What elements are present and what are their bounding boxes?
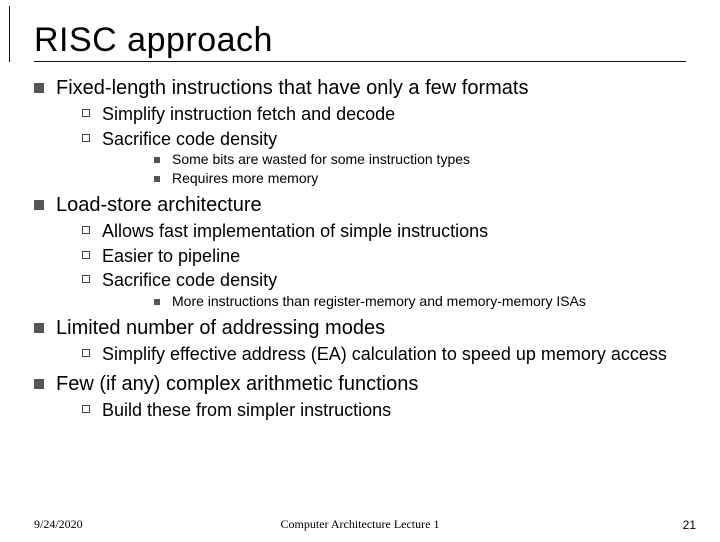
bullet-item: Fixed-length instructions that have only… — [34, 76, 686, 101]
sub-bullet-item: Allows fast implementation of simple ins… — [82, 220, 686, 243]
bullet-list: Load-store architecture — [34, 193, 686, 218]
bullet-text: Fixed-length instructions that have only… — [56, 76, 528, 101]
sub-bullet-item: Simplify instruction fetch and decode — [82, 103, 686, 126]
subsub-bullet-list: Some bits are wasted for some instructio… — [154, 151, 686, 187]
square-bullet-icon — [34, 200, 44, 210]
sub-bullet-item: Sacrifice code density — [82, 128, 686, 151]
subsub-bullet-text: Some bits are wasted for some instructio… — [172, 151, 470, 169]
hollow-square-bullet-icon — [82, 226, 90, 234]
sub-bullet-text: Sacrifice code density — [102, 128, 277, 151]
sub-bullet-list: Simplify effective address (EA) calculat… — [82, 343, 686, 366]
bullet-item: Few (if any) complex arithmetic function… — [34, 372, 686, 397]
square-bullet-icon — [34, 323, 44, 333]
hollow-square-bullet-icon — [82, 134, 90, 142]
sub-bullet-text: Easier to pipeline — [102, 245, 240, 268]
bullet-list: Limited number of addressing modes — [34, 316, 686, 341]
sub-bullet-list: Simplify instruction fetch and decode Sa… — [82, 103, 686, 150]
small-square-bullet-icon — [154, 157, 160, 163]
sub-bullet-list: Allows fast implementation of simple ins… — [82, 220, 686, 292]
sub-bullet-item: Easier to pipeline — [82, 245, 686, 268]
subsub-bullet-item: Some bits are wasted for some instructio… — [154, 151, 686, 169]
subsub-bullet-item: Requires more memory — [154, 170, 686, 188]
sub-bullet-text: Sacrifice code density — [102, 269, 277, 292]
bullet-text: Limited number of addressing modes — [56, 316, 385, 341]
sub-bullet-item: Build these from simpler instructions — [82, 399, 686, 422]
sub-bullet-item: Simplify effective address (EA) calculat… — [82, 343, 686, 366]
subsub-bullet-text: Requires more memory — [172, 170, 318, 188]
slide: RISC approach Fixed-length instructions … — [0, 2, 720, 542]
sub-bullet-item: Sacrifice code density — [82, 269, 686, 292]
subsub-bullet-list: More instructions than register-memory a… — [154, 293, 686, 311]
footer-title: Computer Architecture Lecture 1 — [0, 517, 720, 532]
bullet-list: Few (if any) complex arithmetic function… — [34, 372, 686, 397]
hollow-square-bullet-icon — [82, 275, 90, 283]
hollow-square-bullet-icon — [82, 349, 90, 357]
slide-title: RISC approach — [34, 21, 273, 60]
bullet-item: Limited number of addressing modes — [34, 316, 686, 341]
square-bullet-icon — [34, 83, 44, 93]
sub-bullet-text: Build these from simpler instructions — [102, 399, 391, 422]
hollow-square-bullet-icon — [82, 109, 90, 117]
hollow-square-bullet-icon — [82, 405, 90, 413]
square-bullet-icon — [34, 379, 44, 389]
bullet-list: Fixed-length instructions that have only… — [34, 76, 686, 101]
bullet-item: Load-store architecture — [34, 193, 686, 218]
subsub-bullet-item: More instructions than register-memory a… — [154, 293, 686, 311]
bullet-text: Load-store architecture — [56, 193, 262, 218]
bullet-text: Few (if any) complex arithmetic function… — [56, 372, 418, 397]
small-square-bullet-icon — [154, 299, 160, 305]
slide-body: Fixed-length instructions that have only… — [34, 62, 686, 421]
hollow-square-bullet-icon — [82, 251, 90, 259]
small-square-bullet-icon — [154, 176, 160, 182]
title-rule: RISC approach — [34, 2, 686, 62]
slide-footer: 9/24/2020 Computer Architecture Lecture … — [0, 517, 720, 532]
sub-bullet-text: Simplify instruction fetch and decode — [102, 103, 395, 126]
sub-bullet-text: Simplify effective address (EA) calculat… — [102, 343, 667, 366]
subsub-bullet-text: More instructions than register-memory a… — [172, 293, 586, 311]
sub-bullet-list: Build these from simpler instructions — [82, 399, 686, 422]
sub-bullet-text: Allows fast implementation of simple ins… — [102, 220, 488, 243]
